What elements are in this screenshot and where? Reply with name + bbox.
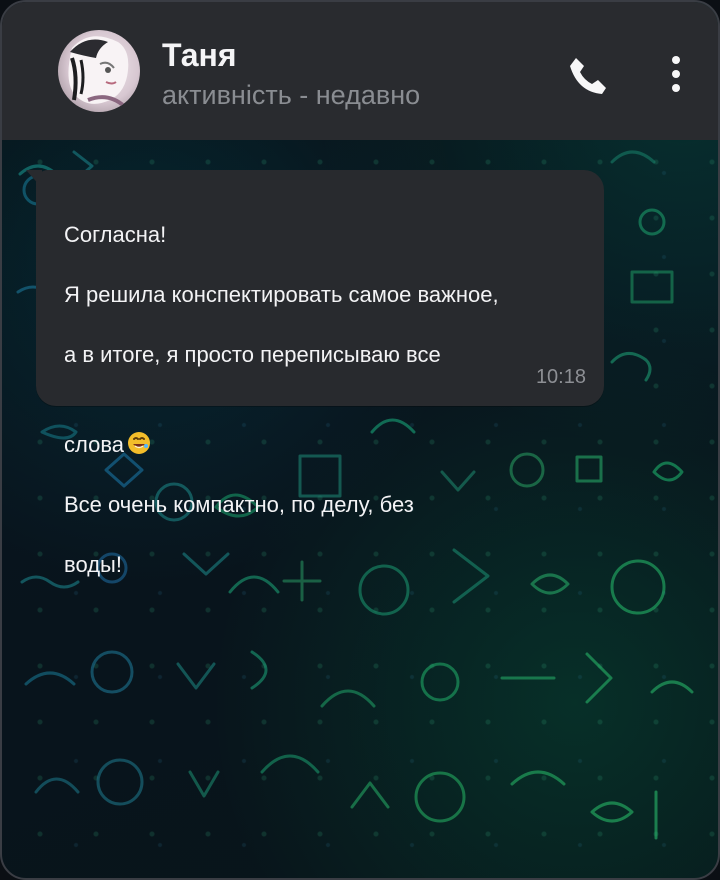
message-line-3: а в итоге, я просто переписываю все [64, 342, 441, 367]
message-line-1: Согласна! [64, 222, 167, 247]
message-line-5: Все очень компактно, по делу, без [64, 492, 414, 517]
rolling-laugh-emoji-icon [126, 400, 152, 454]
more-vertical-icon[interactable] [662, 50, 690, 98]
phone-icon[interactable] [562, 50, 610, 98]
chat-screen: Таня активність - недавно Согласна! Я ре… [0, 0, 720, 880]
message-text: Согласна! Я решила конспектировать самое… [64, 190, 589, 580]
avatar-image [68, 36, 129, 108]
contact-avatar[interactable] [58, 30, 140, 112]
message-line-4: слова [64, 432, 124, 457]
contact-name: Таня [162, 37, 237, 73]
message-line-6: воды! [64, 552, 122, 577]
chat-header: Таня активність - недавно [2, 2, 718, 140]
last-seen-status: активність - недавно [162, 80, 421, 110]
incoming-message-bubble[interactable]: Согласна! Я решила конспектировать самое… [26, 170, 604, 577]
message-timestamp: 10:18 [535, 366, 586, 388]
message-line-2: Я решила конспектировать самое важное, [64, 282, 499, 307]
